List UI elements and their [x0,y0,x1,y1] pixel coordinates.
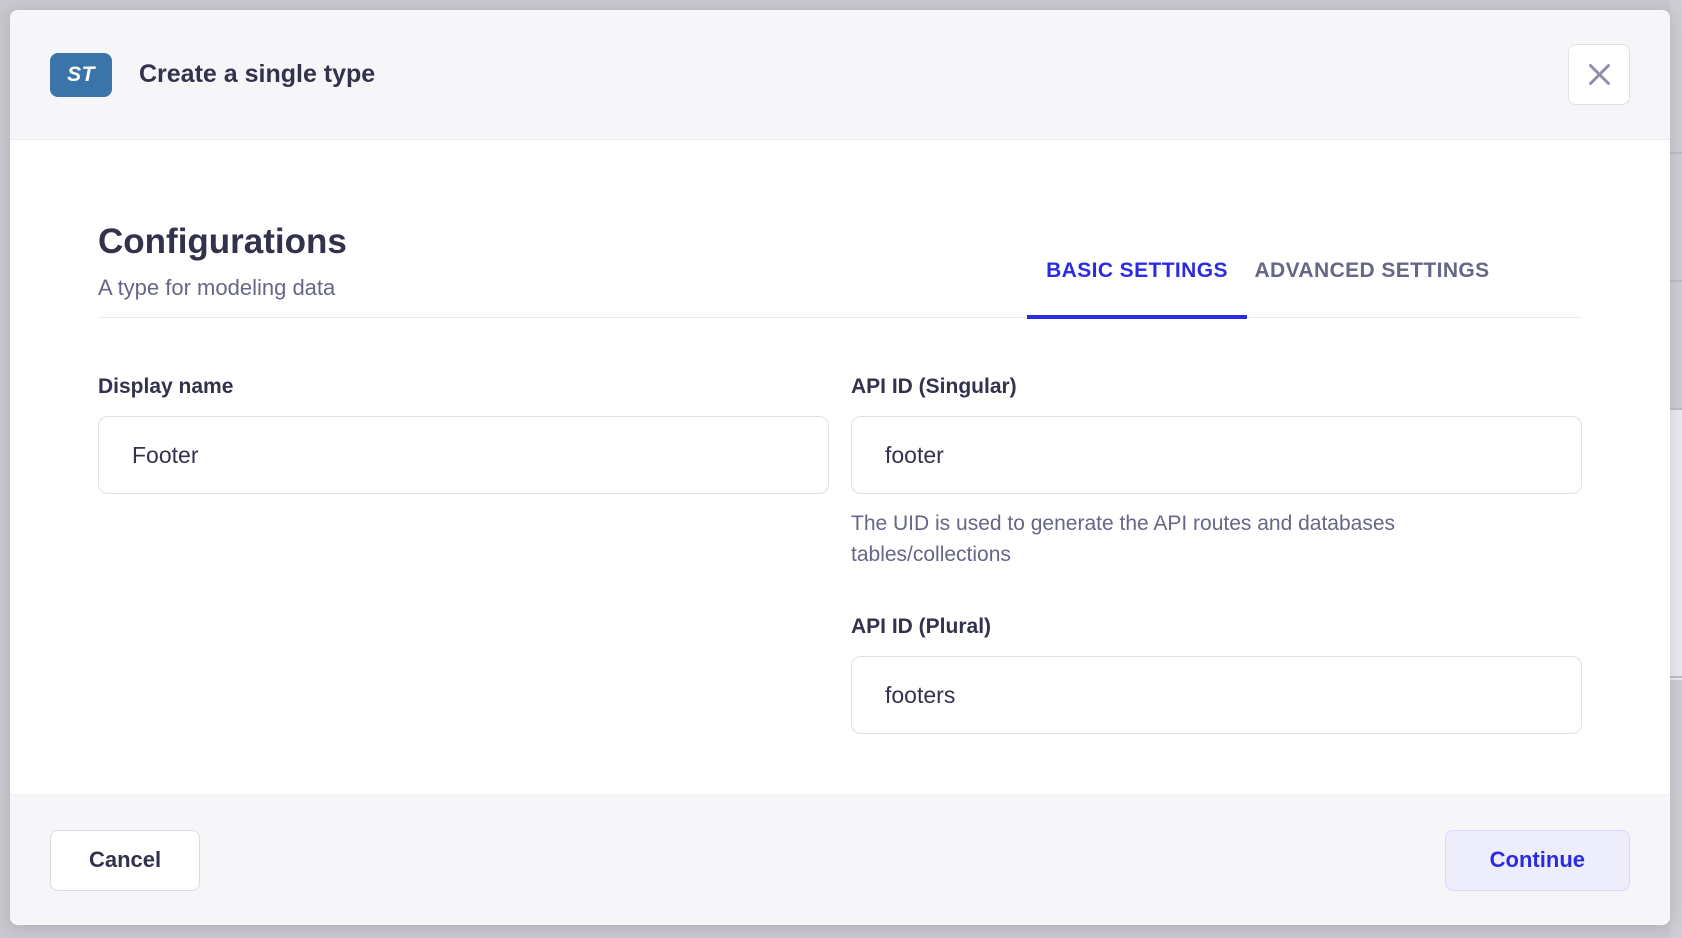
scrollbar-thumb [1670,410,1682,680]
api-id-plural-input[interactable] [851,656,1582,734]
close-button[interactable] [1568,44,1630,105]
tab-basic-settings[interactable]: BASIC SETTINGS [1027,259,1247,317]
close-icon [1586,61,1613,88]
api-id-singular-label: API ID (Singular) [851,374,1582,400]
section-title: Configurations [98,220,347,264]
dimmed-page-scrollbar-strip [1670,0,1682,938]
api-id-singular-input[interactable] [851,416,1582,494]
create-single-type-modal: ST Create a single type Configurations A… [10,10,1670,925]
modal-header: ST Create a single type [10,10,1670,140]
right-column: API ID (Singular) The UID is used to gen… [851,374,1582,734]
continue-button[interactable]: Continue [1445,830,1630,891]
configuration-form: Display name API ID (Singular) The UID i… [98,374,1582,734]
section-head: Configurations A type for modeling data … [98,220,1582,318]
cancel-button[interactable]: Cancel [50,830,200,891]
modal-body: Configurations A type for modeling data … [10,140,1670,794]
tab-advanced-settings[interactable]: ADVANCED SETTINGS [1247,259,1497,317]
display-name-label: Display name [98,374,829,400]
left-column: Display name [98,374,829,734]
modal-title: Create a single type [139,60,375,89]
modal-footer: Cancel Continue [10,794,1670,925]
section-subtitle: A type for modeling data [98,273,347,303]
settings-tabs: BASIC SETTINGS ADVANCED SETTINGS [1027,259,1497,317]
single-type-badge-icon: ST [50,53,112,97]
api-id-plural-label: API ID (Plural) [851,614,1582,640]
api-id-singular-hint: The UID is used to generate the API rout… [851,508,1511,570]
display-name-input[interactable] [98,416,829,494]
